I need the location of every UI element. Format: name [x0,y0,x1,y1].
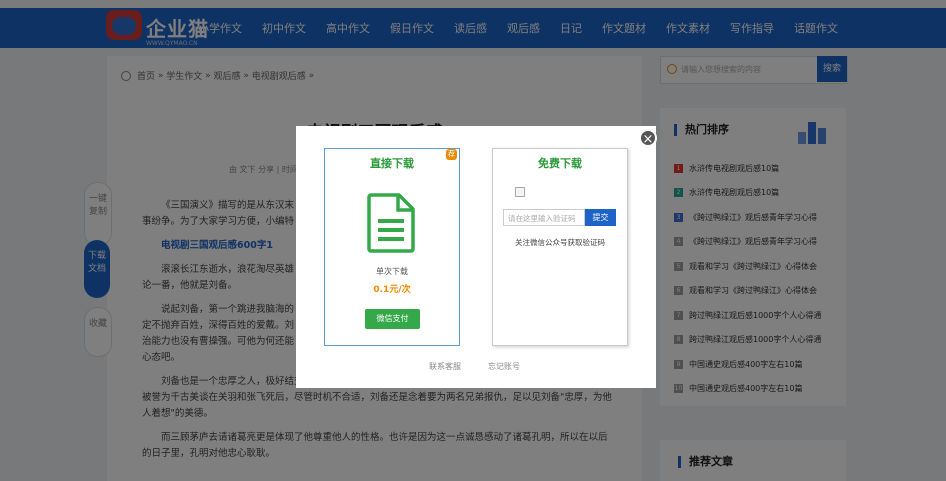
single-download-label: 单次下载 [376,267,408,276]
direct-download-title: 直接下载 [370,157,414,170]
submit-button[interactable]: 提交 [585,209,616,226]
direct-download-card: 直接下载 荐 单次下载 0.1元/次 微信支付 [324,148,460,346]
recommend-badge: 荐 [446,149,457,160]
contact-support-link[interactable]: 联系客服 [429,361,461,372]
document-icon [367,193,415,253]
close-icon[interactable]: × [639,129,657,147]
code-hint: 关注微信公众号获取验证码 [515,238,605,247]
free-download-title: 免费下载 [538,157,582,170]
free-download-card: 免费下载 请在这里输入验证码 提交 关注微信公众号获取验证码 [492,148,628,346]
verification-code-input[interactable]: 请在这里输入验证码 [503,209,585,226]
qr-code-image [515,187,525,197]
forgot-account-link[interactable]: 忘记账号 [488,361,520,372]
wechat-pay-button[interactable]: 微信支付 [365,309,420,329]
price: 0.1元/次 [373,285,411,295]
